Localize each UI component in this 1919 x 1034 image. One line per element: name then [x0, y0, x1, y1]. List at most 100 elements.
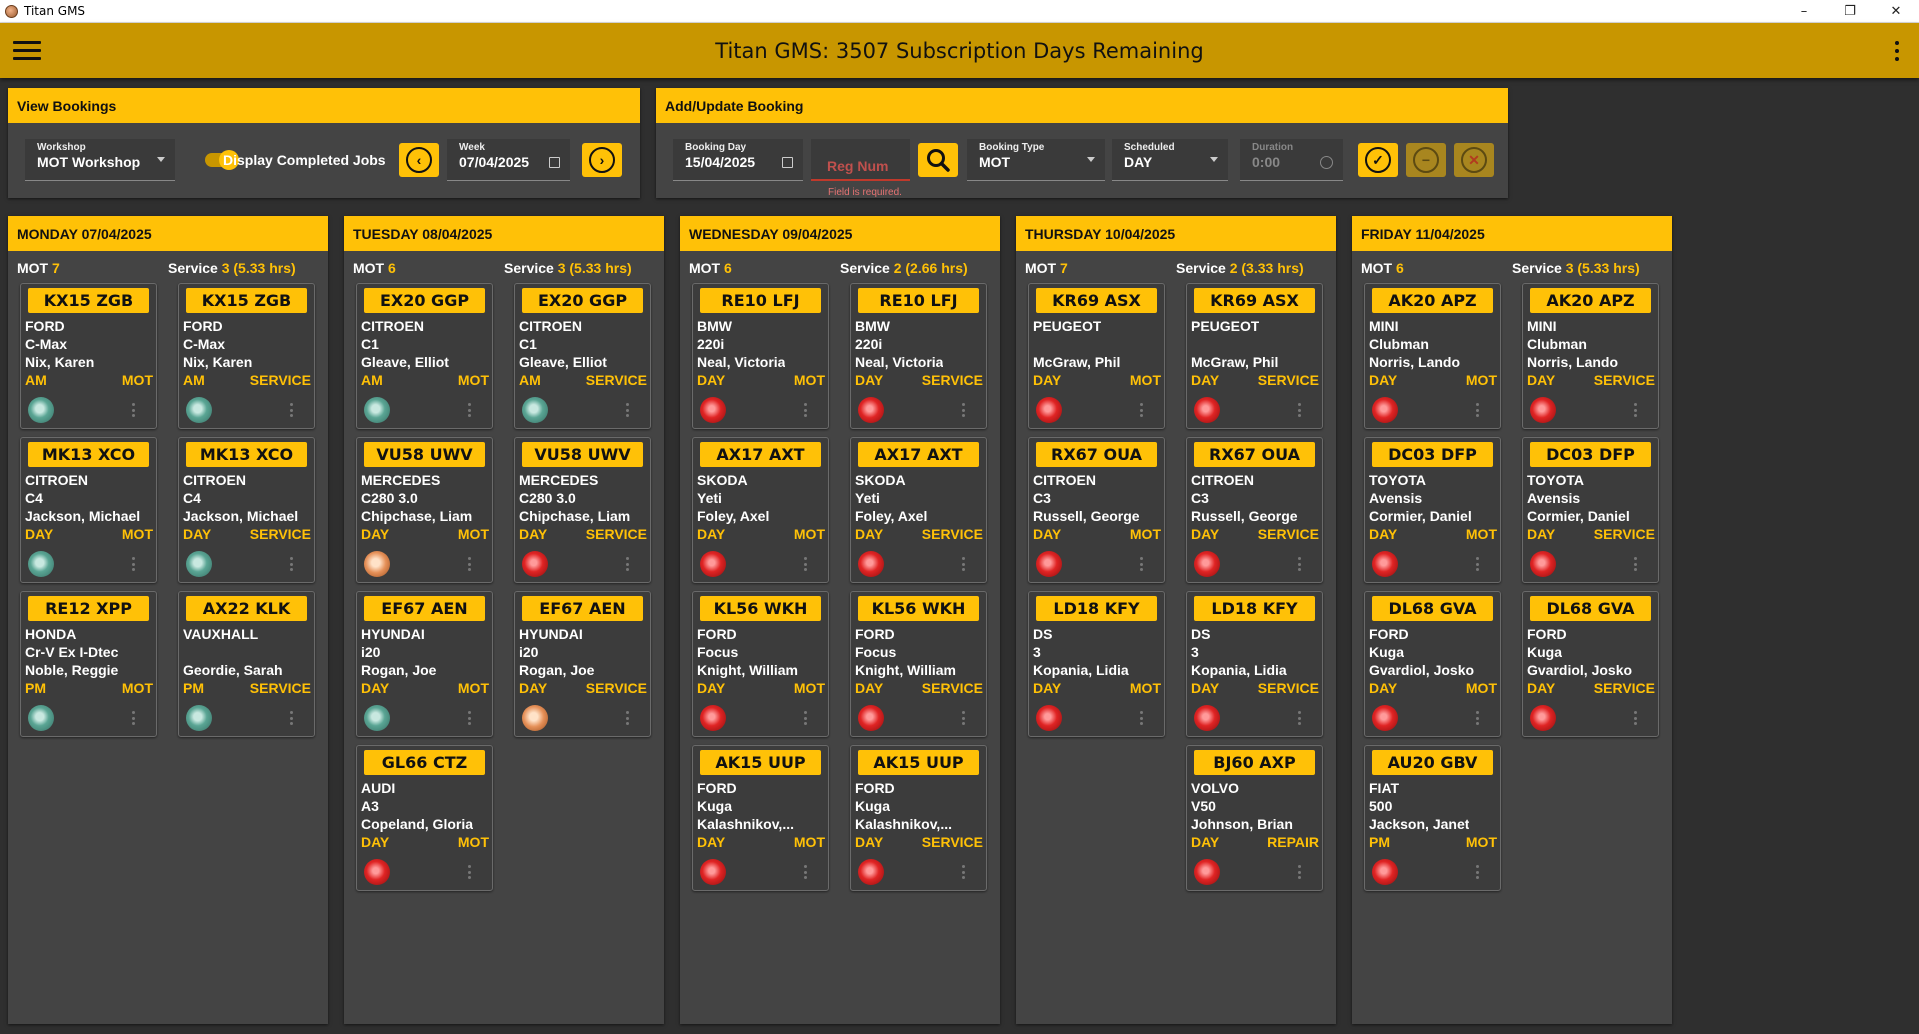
more-vert-icon[interactable] [1298, 865, 1302, 879]
mot-booking-card[interactable]: AU20 GBV FIAT 500 Jackson, Janet PM MOT [1364, 745, 1501, 891]
more-vert-icon[interactable] [804, 403, 808, 417]
status-light-icon[interactable] [28, 551, 54, 577]
more-vert-icon[interactable] [468, 403, 472, 417]
service-booking-card[interactable]: BJ60 AXP VOLVO V50 Johnson, Brian DAY REPAIR [1186, 745, 1323, 891]
mot-booking-card[interactable]: RX67 OUA CITROEN C3 Russell, George DAY MOT [1028, 437, 1165, 583]
service-booking-card[interactable]: LD18 KFY DS 3 Kopania, Lidia DAY SERVICE [1186, 591, 1323, 737]
status-light-icon[interactable] [28, 705, 54, 731]
status-light-icon[interactable] [186, 397, 212, 423]
service-booking-card[interactable]: RX67 OUA CITROEN C3 Russell, George DAY SERVI… [1186, 437, 1323, 583]
service-booking-card[interactable]: KR69 ASX PEUGEOT McGraw, Phil DAY SERVICE [1186, 283, 1323, 429]
mot-booking-card[interactable]: DC03 DFP TOYOTA Avensis Cormier, Daniel DAY M… [1364, 437, 1501, 583]
more-vert-icon[interactable] [804, 865, 808, 879]
service-booking-card[interactable]: VU58 UWV MERCEDES C280 3.0 Chipchase, Liam D… [514, 437, 651, 583]
more-vert-icon[interactable] [962, 865, 966, 879]
mot-booking-card[interactable]: AK15 UUP FORD Kuga Kalashnikov,... DAY MOT [692, 745, 829, 891]
service-booking-card[interactable]: KX15 ZGB FORD C-Max Nix, Karen AM SERVICE [178, 283, 315, 429]
next-week-button[interactable]: › [582, 143, 622, 177]
more-vert-icon[interactable] [1140, 711, 1144, 725]
more-vert-icon[interactable] [290, 711, 294, 725]
more-vert-icon[interactable] [1298, 403, 1302, 417]
mot-booking-card[interactable]: DL68 GVA FORD Kuga Gvardiol, Josko DAY MOT [1364, 591, 1501, 737]
status-light-icon[interactable] [1036, 551, 1062, 577]
more-vert-icon[interactable] [962, 711, 966, 725]
more-vert-icon[interactable] [1140, 557, 1144, 571]
mot-booking-card[interactable]: VU58 UWV MERCEDES C280 3.0 Chipchase, Liam D… [356, 437, 493, 583]
service-booking-card[interactable]: EX20 GGP CITROEN C1 Gleave, Elliot AM SERVICE [514, 283, 651, 429]
more-vert-icon[interactable] [1140, 403, 1144, 417]
mot-booking-card[interactable]: KL56 WKH FORD Focus Knight, William DAY MOT [692, 591, 829, 737]
more-vert-icon[interactable] [290, 557, 294, 571]
mot-booking-card[interactable]: KX15 ZGB FORD C-Max Nix, Karen AM MOT [20, 283, 157, 429]
status-light-icon[interactable] [1530, 397, 1556, 423]
mot-booking-card[interactable]: EF67 AEN HYUNDAI i20 Rogan, Joe DAY MOT [356, 591, 493, 737]
more-vert-icon[interactable] [962, 557, 966, 571]
status-light-icon[interactable] [1372, 551, 1398, 577]
service-booking-card[interactable]: DL68 GVA FORD Kuga Gvardiol, Josko DAY SERVIC… [1522, 591, 1659, 737]
service-booking-card[interactable]: MK13 XCO CITROEN C4 Jackson, Michael DAY SERV… [178, 437, 315, 583]
more-vert-icon[interactable] [1476, 557, 1480, 571]
more-vert-icon[interactable] [1476, 711, 1480, 725]
more-vert-icon[interactable] [290, 403, 294, 417]
mot-booking-card[interactable]: KR69 ASX PEUGEOT McGraw, Phil DAY MOT [1028, 283, 1165, 429]
more-vert-icon[interactable] [1634, 403, 1638, 417]
mot-booking-card[interactable]: AK20 APZ MINI Clubman Norris, Lando DAY MOT [1364, 283, 1501, 429]
close-window-button[interactable]: ✕ [1873, 0, 1919, 23]
more-vert-icon[interactable] [468, 711, 472, 725]
mot-booking-card[interactable]: AX17 AXT SKODA Yeti Foley, Axel DAY MOT [692, 437, 829, 583]
more-vert-icon[interactable] [1895, 41, 1901, 61]
cancel-booking-button[interactable]: ✕ [1454, 143, 1494, 177]
more-vert-icon[interactable] [804, 711, 808, 725]
service-booking-card[interactable]: DC03 DFP TOYOTA Avensis Cormier, Daniel DAY S… [1522, 437, 1659, 583]
status-light-icon[interactable] [700, 397, 726, 423]
maximize-button[interactable]: ❐ [1827, 0, 1873, 23]
more-vert-icon[interactable] [1634, 711, 1638, 725]
status-light-icon[interactable] [364, 397, 390, 423]
status-light-icon[interactable] [522, 705, 548, 731]
more-vert-icon[interactable] [1634, 557, 1638, 571]
status-light-icon[interactable] [364, 859, 390, 885]
status-light-icon[interactable] [700, 859, 726, 885]
more-vert-icon[interactable] [132, 403, 136, 417]
more-vert-icon[interactable] [1476, 865, 1480, 879]
more-vert-icon[interactable] [468, 865, 472, 879]
status-light-icon[interactable] [1372, 859, 1398, 885]
service-booking-card[interactable]: KL56 WKH FORD Focus Knight, William DAY SERVI… [850, 591, 987, 737]
mot-booking-card[interactable]: GL66 CTZ AUDI A3 Copeland, Gloria DAY MOT [356, 745, 493, 891]
more-vert-icon[interactable] [132, 557, 136, 571]
status-light-icon[interactable] [186, 705, 212, 731]
service-booking-card[interactable]: AK15 UUP FORD Kuga Kalashnikov,... DAY SERVIC… [850, 745, 987, 891]
calendar-icon[interactable] [782, 157, 793, 168]
status-light-icon[interactable] [522, 397, 548, 423]
remove-booking-button[interactable]: − [1406, 143, 1446, 177]
more-vert-icon[interactable] [468, 557, 472, 571]
status-light-icon[interactable] [364, 551, 390, 577]
more-vert-icon[interactable] [962, 403, 966, 417]
status-light-icon[interactable] [1194, 397, 1220, 423]
status-light-icon[interactable] [858, 705, 884, 731]
status-light-icon[interactable] [1194, 551, 1220, 577]
service-booking-card[interactable]: AX22 KLK VAUXHALL Geordie, Sarah PM SERVICE [178, 591, 315, 737]
more-vert-icon[interactable] [804, 557, 808, 571]
service-booking-card[interactable]: RE10 LFJ BMW 220i Neal, Victoria DAY SERVICE [850, 283, 987, 429]
mot-booking-card[interactable]: LD18 KFY DS 3 Kopania, Lidia DAY MOT [1028, 591, 1165, 737]
status-light-icon[interactable] [1530, 551, 1556, 577]
scheduled-select[interactable]: Scheduled DAY [1112, 139, 1228, 181]
workshop-select[interactable]: Workshop MOT Workshop [25, 139, 175, 181]
previous-week-button[interactable]: ‹ [399, 143, 439, 177]
reg-num-input[interactable]: Reg Num [811, 139, 910, 181]
more-vert-icon[interactable] [132, 711, 136, 725]
status-light-icon[interactable] [1194, 859, 1220, 885]
status-light-icon[interactable] [1036, 705, 1062, 731]
status-light-icon[interactable] [28, 397, 54, 423]
mot-booking-card[interactable]: RE10 LFJ BMW 220i Neal, Victoria DAY MOT [692, 283, 829, 429]
more-vert-icon[interactable] [1476, 403, 1480, 417]
status-light-icon[interactable] [858, 859, 884, 885]
booking-type-select[interactable]: Booking Type MOT [967, 139, 1105, 181]
status-light-icon[interactable] [858, 551, 884, 577]
status-light-icon[interactable] [1530, 705, 1556, 731]
status-light-icon[interactable] [700, 705, 726, 731]
booking-day-picker[interactable]: Booking Day 15/04/2025 [673, 139, 803, 181]
service-booking-card[interactable]: EF67 AEN HYUNDAI i20 Rogan, Joe DAY SERVICE [514, 591, 651, 737]
more-vert-icon[interactable] [626, 403, 630, 417]
